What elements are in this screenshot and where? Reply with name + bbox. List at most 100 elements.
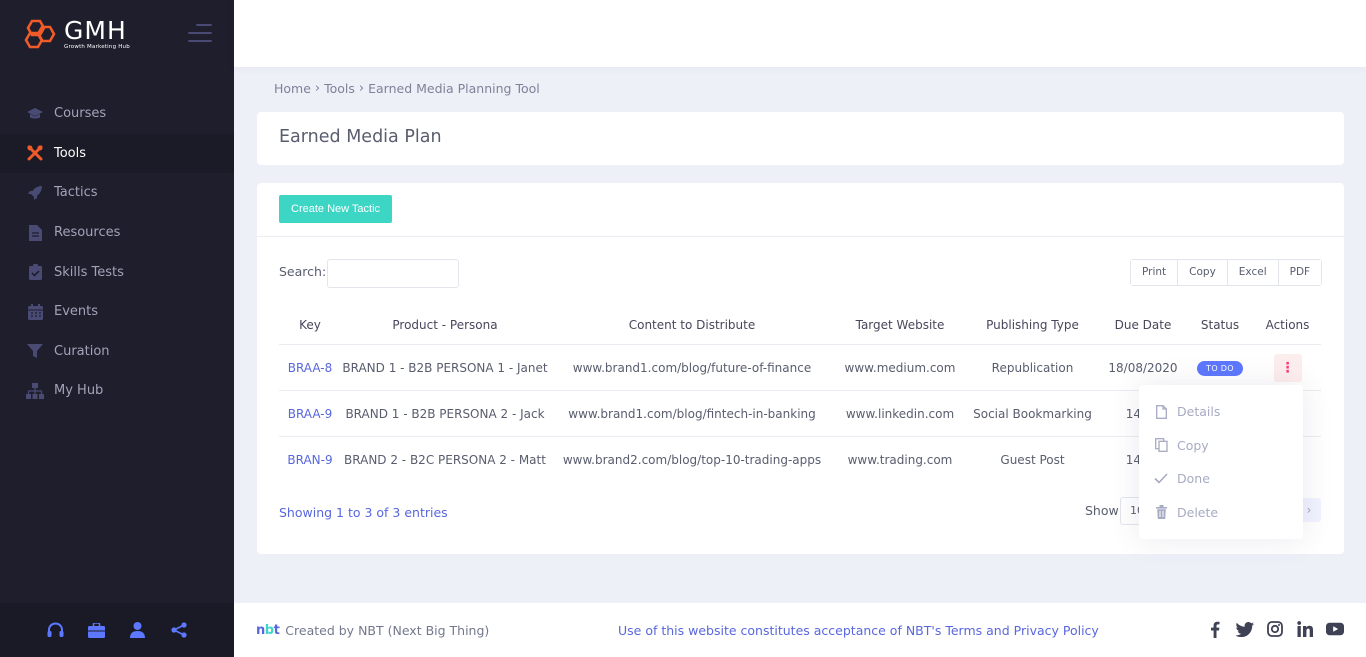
status-badge: TO DO — [1197, 360, 1243, 376]
sidebar-item-tools[interactable]: Tools — [0, 133, 234, 174]
print-button[interactable]: Print — [1131, 260, 1179, 285]
brand-title: GMH — [64, 15, 127, 45]
menu-item-done[interactable]: Done — [1139, 462, 1303, 496]
row-due: 18/08/2020 — [1108, 360, 1178, 375]
row-publishing: Republication — [991, 360, 1074, 375]
sidebar-item-events[interactable]: Events — [0, 292, 234, 332]
user-icon[interactable] — [128, 621, 147, 640]
column-header-publishing[interactable]: Publishing Type — [965, 318, 1100, 332]
sidebar-item-skills-tests[interactable]: Skills Tests — [0, 252, 234, 292]
copy-button[interactable]: Copy — [1178, 260, 1228, 285]
column-header-product[interactable]: Product - Persona — [341, 318, 549, 332]
card-header: Create New Tactic — [257, 183, 1344, 237]
calendar-icon — [26, 303, 44, 321]
clipboard-check-icon — [26, 263, 44, 281]
facebook-icon[interactable] — [1206, 620, 1224, 638]
page-size-label: Show — [1085, 503, 1119, 518]
row-publishing: Guest Post — [1000, 453, 1065, 467]
menu-toggle-icon[interactable] — [188, 24, 212, 44]
sidebar-footer — [0, 603, 234, 657]
export-buttons: Print Copy Excel PDF — [1130, 259, 1323, 286]
actions-dropdown: Details Copy Done Delete — [1139, 385, 1303, 539]
row-publishing: Social Bookmarking — [973, 406, 1092, 421]
table-header: Key Product - Persona Content to Distrib… — [279, 305, 1321, 345]
menu-item-copy[interactable]: Copy — [1139, 429, 1303, 463]
more-actions-icon[interactable]: ⋮ — [1273, 353, 1302, 382]
title-card: Earned Media Plan — [257, 112, 1344, 165]
column-header-due[interactable]: Due Date — [1100, 318, 1186, 332]
column-header-content[interactable]: Content to Distribute — [549, 318, 835, 332]
sidebar-item-resources[interactable]: Resources — [0, 213, 234, 253]
row-content: www.brand1.com/blog/fintech-in-banking — [568, 406, 816, 421]
document-icon — [26, 224, 44, 242]
pdf-button[interactable]: PDF — [1278, 260, 1322, 285]
company-name[interactable]: NBT (Next Big Thing) — [358, 623, 489, 638]
search-label: Search: — [279, 264, 327, 279]
terms-link[interactable]: Terms — [945, 623, 982, 638]
sidebar-item-label: Tools — [54, 145, 87, 161]
headset-icon[interactable] — [46, 621, 65, 640]
breadcrumb-tools[interactable]: Tools — [324, 81, 355, 96]
footer-credit: nbt Created by NBT (Next Big Thing) — [256, 623, 489, 638]
row-key-link[interactable]: BRAA-8 — [288, 361, 333, 375]
copy-icon — [1154, 438, 1168, 453]
instagram-icon[interactable] — [1266, 620, 1284, 638]
brand-logo[interactable]: GMH Growth Marketing Hub — [22, 16, 130, 52]
sidebar-item-my-hub[interactable]: My Hub — [0, 371, 234, 411]
rocket-icon — [26, 184, 44, 202]
page-title: Earned Media Plan — [279, 127, 442, 147]
sidebar-item-label: Curation — [54, 343, 110, 359]
sidebar-item-label: Resources — [54, 225, 121, 241]
nbt-logo[interactable]: nbt — [256, 623, 280, 638]
row-product: BRAND 2 - B2C PERSONA 2 - Matt — [344, 453, 546, 467]
share-icon[interactable] — [169, 621, 188, 640]
linkedin-icon[interactable] — [1296, 620, 1314, 638]
row-site: www.linkedin.com — [845, 406, 955, 421]
breadcrumb: Home › Tools › Earned Media Planning Too… — [274, 81, 540, 96]
search-input[interactable] — [327, 259, 459, 288]
menu-item-label: Copy — [1177, 437, 1209, 453]
privacy-link[interactable]: Privacy Policy — [1014, 623, 1099, 638]
social-links — [1206, 620, 1344, 638]
brand-subtitle: Growth Marketing Hub — [64, 43, 130, 50]
row-product: BRAND 1 - B2B PERSONA 1 - Janet — [342, 360, 548, 375]
column-header-status[interactable]: Status — [1186, 318, 1254, 332]
twitter-icon[interactable] — [1236, 620, 1254, 638]
excel-button[interactable]: Excel — [1227, 260, 1279, 285]
breadcrumb-current: Earned Media Planning Tool — [368, 81, 540, 96]
briefcase-icon[interactable] — [87, 621, 106, 640]
sidebar-item-label: Skills Tests — [54, 264, 124, 280]
notice-text: Use of this website constitutes acceptan… — [618, 623, 942, 638]
row-key-link[interactable]: BRAN-9 — [287, 453, 332, 467]
table-info: Showing 1 to 3 of 3 entries — [279, 505, 448, 520]
menu-item-label: Done — [1177, 471, 1210, 487]
file-icon — [1154, 404, 1168, 419]
menu-item-delete[interactable]: Delete — [1139, 496, 1303, 530]
created-by-text: Created by — [285, 623, 355, 638]
menu-item-label: Delete — [1177, 504, 1219, 520]
sidebar-item-label: Events — [54, 304, 99, 320]
youtube-icon[interactable] — [1326, 620, 1344, 638]
sidebar-item-courses[interactable]: Courses — [0, 94, 234, 134]
breadcrumb-home[interactable]: Home — [274, 81, 311, 96]
row-product: BRAND 1 - B2B PERSONA 2 - Jack — [345, 406, 545, 421]
trash-icon — [1154, 505, 1168, 520]
sidebar-item-tactics[interactable]: Tactics — [0, 173, 234, 213]
row-key-link[interactable]: BRAA-9 — [288, 407, 333, 421]
create-new-tactic-button[interactable]: Create New Tactic — [279, 195, 393, 223]
filter-icon — [26, 342, 44, 360]
column-header-site[interactable]: Target Website — [835, 318, 965, 332]
sidebar-item-label: Tactics — [54, 185, 98, 201]
menu-item-label: Details — [1177, 404, 1221, 420]
chevron-right-icon: › — [314, 81, 321, 96]
top-header — [234, 0, 1366, 67]
column-header-actions: Actions — [1265, 317, 1310, 332]
column-header-key[interactable]: Key — [279, 318, 341, 332]
menu-item-details[interactable]: Details — [1139, 395, 1303, 429]
row-site: www.medium.com — [844, 360, 956, 375]
sidebar-item-curation[interactable]: Curation — [0, 332, 234, 372]
row-content: www.brand1.com/blog/future-of-finance — [572, 360, 812, 375]
chevron-right-icon: › — [358, 81, 365, 96]
and-text: and — [986, 623, 1010, 638]
row-content: www.brand2.com/blog/top-10-trading-apps — [562, 453, 822, 467]
